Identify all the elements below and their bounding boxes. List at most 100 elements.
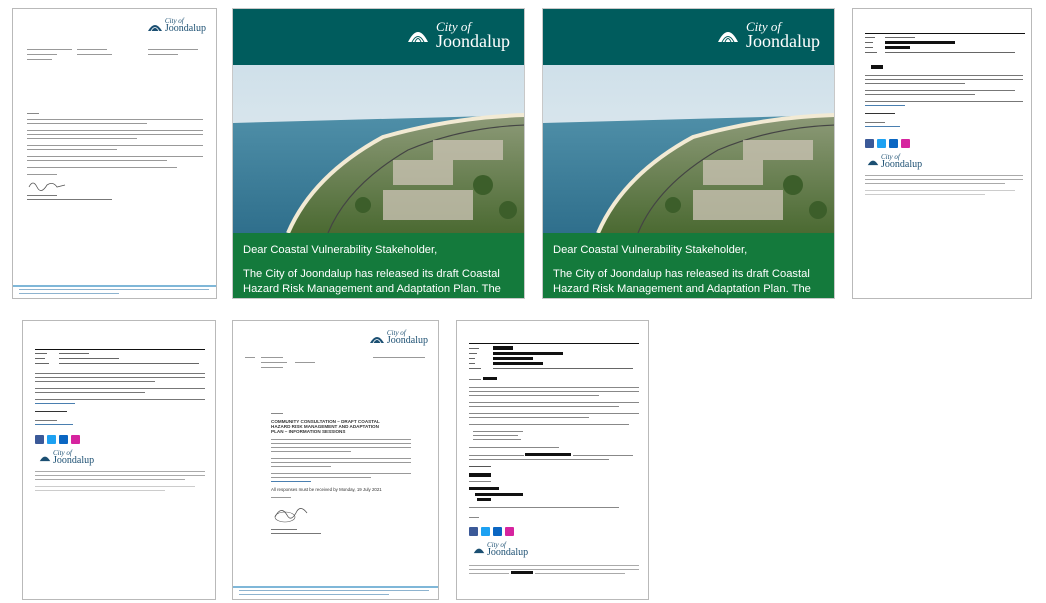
- text-line: [271, 458, 411, 459]
- text-line: [271, 477, 371, 478]
- flyer-message-panel: Dear Coastal Vulnerability Stakeholder, …: [233, 233, 524, 298]
- text-line: [35, 377, 205, 378]
- page-thumbnail-6[interactable]: City of Joondalup COMMUNITY CONSULTATION …: [232, 320, 439, 600]
- linkedin-icon: [493, 527, 502, 536]
- header-value: [59, 358, 119, 359]
- text-line: [271, 447, 411, 448]
- text-line: [271, 466, 331, 467]
- city-logo-icon: [39, 456, 51, 462]
- page-thumbnail-3[interactable]: City of Joondalup Dear Coastal Vulnerabil…: [542, 8, 835, 299]
- text-line: [271, 497, 291, 498]
- text-line: [27, 130, 203, 131]
- city-logo-icon: [408, 32, 428, 43]
- footer-band: [233, 586, 438, 588]
- text-line: [469, 455, 524, 456]
- disclaimer-line: [865, 175, 1023, 176]
- header-label: [865, 52, 877, 53]
- text-line: [27, 160, 167, 161]
- header-value: [59, 353, 89, 354]
- text-line: [271, 462, 411, 463]
- disclaimer-line: [469, 565, 639, 566]
- city-logo-icon: [867, 160, 879, 166]
- twitter-icon: [47, 435, 56, 444]
- header-label: [469, 353, 477, 354]
- twitter-icon: [877, 139, 886, 148]
- text-line: [865, 122, 885, 123]
- redaction: [477, 498, 491, 501]
- bullet-line: [473, 431, 523, 432]
- page-thumbnail-1[interactable]: City of Joondalup: [12, 8, 217, 299]
- redaction: [511, 571, 533, 574]
- text-line: [27, 156, 203, 157]
- salutation-line: [469, 379, 481, 380]
- header-value: [885, 52, 1015, 53]
- city-logo: City of Joondalup: [867, 153, 923, 170]
- redaction: [493, 357, 533, 360]
- address-line: [261, 367, 283, 368]
- address-line: [27, 59, 52, 60]
- flyer-salutation: Dear Coastal Vulnerability Stakeholder,: [553, 244, 748, 256]
- header-label: [35, 358, 45, 359]
- header-label: [469, 368, 481, 369]
- text-line: [469, 406, 619, 407]
- ref-label: [245, 357, 255, 358]
- redaction: [493, 362, 543, 365]
- disclaimer-line: [469, 569, 639, 570]
- text-line: [271, 439, 411, 440]
- text-line: [27, 149, 117, 150]
- text-line: [35, 399, 205, 400]
- city-logo: City of Joondalup: [147, 17, 206, 34]
- text-line: [27, 123, 147, 124]
- bullet-line: [473, 435, 518, 436]
- text-line: [35, 381, 155, 382]
- instagram-icon: [901, 139, 910, 148]
- text-line: [271, 451, 351, 452]
- address-line: [27, 54, 57, 55]
- coastline-photo: [543, 65, 834, 233]
- header-value: [493, 368, 633, 369]
- text-line: [865, 83, 965, 84]
- flyer-salutation: Dear Coastal Vulnerability Stakeholder,: [243, 244, 438, 256]
- linkedin-icon: [59, 435, 68, 444]
- city-logo: City of Joondalup: [406, 19, 510, 50]
- text-line: [35, 388, 205, 389]
- header-label: [469, 348, 479, 349]
- header-label: [35, 353, 47, 354]
- text-line: [573, 455, 633, 456]
- text-line: [469, 424, 629, 425]
- signatory-line: [27, 195, 57, 196]
- disclaimer-line: [535, 573, 625, 574]
- city-logo: City of Joondalup: [473, 541, 528, 558]
- facebook-icon: [865, 139, 874, 148]
- redaction: [469, 473, 491, 477]
- text-line: [35, 373, 205, 374]
- text-line: [469, 517, 479, 518]
- date-line: [148, 54, 178, 55]
- instagram-icon: [505, 527, 514, 536]
- text-line: [35, 392, 145, 393]
- text-line: [469, 391, 639, 392]
- page-thumbnail-5[interactable]: City of Joondalup: [22, 320, 216, 600]
- footer-line: [19, 289, 209, 290]
- link-line: [865, 105, 905, 106]
- footer-line: [239, 594, 389, 595]
- disclaimer-line: [469, 573, 509, 574]
- city-logo: City of Joondalup: [369, 329, 428, 346]
- text-line: [35, 411, 67, 412]
- flyer-body-text: The City of Joondalup has released its d…: [553, 268, 811, 295]
- text-line: [865, 113, 895, 114]
- social-icons: [865, 139, 910, 148]
- coastline-photo: [233, 65, 524, 233]
- disclaimer-line: [35, 479, 185, 480]
- city-logo: City of Joondalup: [716, 19, 820, 50]
- twitter-icon: [481, 527, 490, 536]
- link-line: [35, 403, 75, 404]
- page-thumbnail-4[interactable]: City of Joondalup: [852, 8, 1032, 299]
- logo-line2: Joondalup: [881, 159, 923, 170]
- text-line: [469, 481, 491, 482]
- text-line: [865, 75, 1023, 76]
- disclaimer-line: [865, 190, 1015, 191]
- page-thumbnail-2[interactable]: City of Joondalup Dear Coastal Vulnerabil…: [232, 8, 525, 299]
- page-thumbnail-7[interactable]: City of Joondalup: [456, 320, 649, 600]
- text-line: [27, 174, 57, 175]
